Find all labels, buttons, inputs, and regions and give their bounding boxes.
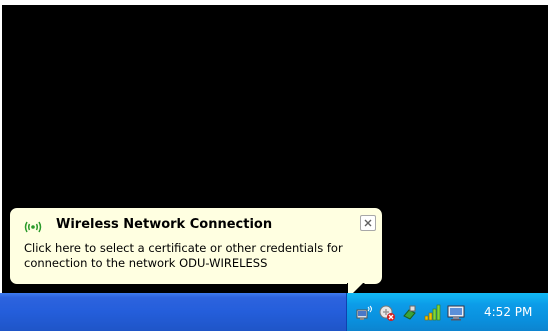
notification-title: Wireless Network Connection: [56, 217, 273, 232]
taskbar: 4:52 PM: [0, 293, 548, 331]
close-button[interactable]: [360, 215, 376, 231]
wireless-network-icon: [24, 219, 42, 233]
notification-message[interactable]: Click here to select a certificate or ot…: [24, 241, 380, 271]
security-alert-icon[interactable]: [378, 304, 396, 322]
display-icon[interactable]: [447, 304, 465, 322]
clock[interactable]: 4:52 PM: [484, 305, 532, 319]
signal-strength-icon[interactable]: [424, 304, 442, 322]
network-connection-icon[interactable]: [401, 304, 419, 322]
system-tray: 4:52 PM: [346, 293, 548, 331]
wireless-network-icon[interactable]: [355, 304, 373, 322]
notification-balloon[interactable]: Wireless Network Connection Click here t…: [9, 207, 383, 285]
